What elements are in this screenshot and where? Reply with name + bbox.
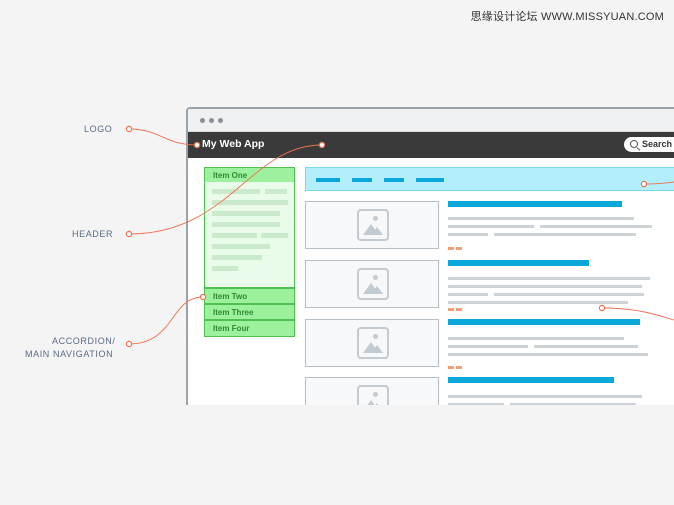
text-placeholder [448,217,634,220]
text-placeholder [448,285,642,288]
search-label: Search [642,139,673,149]
nav-placeholder[interactable] [384,178,404,182]
card-title-placeholder[interactable] [448,201,622,207]
text-placeholder [448,345,528,348]
window-dot [200,118,205,123]
text-placeholder [448,337,624,340]
placeholder-line [212,255,262,260]
tag-placeholder [448,366,454,369]
accordion-item-three[interactable]: Item Three [204,304,295,320]
tag-placeholder [448,308,454,311]
placeholder-line [212,200,288,205]
text-placeholder [448,353,648,356]
card-title-placeholder[interactable] [448,319,640,325]
accordion-item-label: Item Four [213,324,250,333]
text-placeholder [494,293,644,296]
search-icon [630,140,638,148]
app-header: My Web App Search [188,132,674,158]
accordion-item-label: Item One [213,171,248,180]
placeholder-line [212,266,238,271]
image-placeholder [305,201,439,249]
placeholder-line [212,233,257,238]
text-placeholder [540,225,652,228]
annotation-dot [125,125,133,133]
placeholder-line [212,211,280,216]
nav-banner [305,167,674,191]
window-dot [218,118,223,123]
placeholder-line [212,244,270,249]
text-placeholder [534,345,638,348]
tag-placeholder [456,247,462,250]
text-placeholder [448,277,650,280]
watermark: 思缘设计论坛 WWW.MISSYUAN.COM [470,11,664,23]
text-placeholder [448,225,534,228]
window-dot [209,118,214,123]
text-placeholder [448,301,628,304]
card-title-placeholder[interactable] [448,377,614,383]
header-label: HEADER [72,229,114,239]
accordion-panel [204,182,295,288]
accordion-item-label: Item Two [213,292,248,301]
image-placeholder-icon [357,209,389,241]
text-placeholder [448,233,488,236]
image-placeholder [305,260,439,308]
accordion-item-two[interactable]: Item Two [204,288,295,304]
accordion-label-line2: MAIN NAVIGATION [25,349,114,359]
app-logo[interactable]: My Web App [202,138,264,150]
image-placeholder [305,319,439,367]
nav-placeholder[interactable] [316,178,340,182]
card-title-placeholder[interactable] [448,260,589,266]
tag-placeholder [456,308,462,311]
placeholder-line [265,189,287,194]
annotation-dot [125,340,133,348]
accordion-item-label: Item Three [213,308,254,317]
logo-label: LOGO [84,124,113,134]
accordion-item-one[interactable]: Item One [204,167,295,183]
search-input[interactable]: Search [624,137,674,152]
placeholder-line [261,233,288,238]
image-placeholder-icon [357,327,389,359]
annotation-dot [125,230,133,238]
accordion-item-four[interactable]: Item Four [204,320,295,337]
text-placeholder [448,395,642,398]
accordion-label-line1: ACCORDION/ [52,336,116,346]
text-placeholder [494,233,636,236]
browser-window: My Web App Search Item One Item Two Item… [186,107,674,423]
browser-chrome [188,109,674,132]
placeholder-line [212,189,260,194]
nav-placeholder[interactable] [416,178,444,182]
page-background-fade [0,405,674,505]
text-placeholder [448,293,488,296]
tag-placeholder [448,247,454,250]
tag-placeholder [456,366,462,369]
image-placeholder-icon [357,268,389,300]
nav-placeholder[interactable] [352,178,372,182]
placeholder-line [212,222,280,227]
